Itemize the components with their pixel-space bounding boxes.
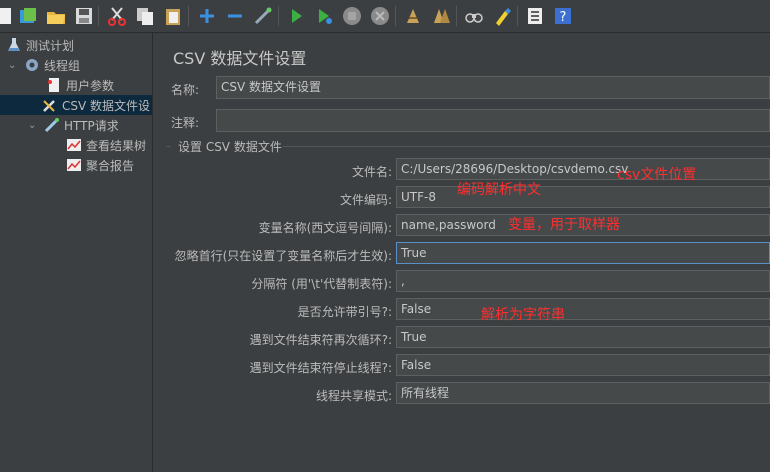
ignore-first-line-field[interactable]: True bbox=[396, 242, 770, 264]
svg-text:?: ? bbox=[560, 10, 567, 25]
annotation-variables: 变量，用于取样器 bbox=[508, 217, 620, 233]
toggle-icon[interactable] bbox=[252, 5, 274, 27]
stop-thread-on-eof-field[interactable]: False bbox=[396, 354, 770, 376]
wrench-icon bbox=[43, 100, 55, 112]
delimiter-field[interactable]: , bbox=[396, 270, 770, 292]
open-icon[interactable] bbox=[45, 5, 67, 27]
gear-icon bbox=[26, 59, 38, 71]
save-icon[interactable] bbox=[73, 5, 95, 27]
clear-all-icon[interactable] bbox=[430, 5, 452, 27]
allow-quoted-label: 是否允许带引号?: bbox=[297, 305, 392, 319]
tree-item-http-request[interactable]: HTTP请求 bbox=[44, 115, 119, 135]
paste-icon[interactable] bbox=[162, 5, 184, 27]
filename-field[interactable]: C:/Users/28696/Desktop/csvdemo.csv bbox=[396, 158, 770, 180]
tree-item-test-plan[interactable]: 测试计划 bbox=[6, 35, 74, 55]
name-label: 名称: bbox=[171, 83, 200, 97]
help-icon[interactable]: ? bbox=[552, 5, 574, 27]
chevron-down-icon[interactable]: ⌄ bbox=[28, 120, 36, 131]
comment-label: 注释: bbox=[171, 116, 200, 130]
recycle-on-eof-label: 遇到文件结束符再次循环?: bbox=[249, 333, 392, 347]
tree-item-view-results-tree[interactable]: 查看结果树 bbox=[66, 135, 146, 155]
tree-item-aggregate-report[interactable]: 聚合报告 bbox=[66, 155, 134, 175]
pipette-icon bbox=[44, 118, 59, 133]
copy-icon[interactable] bbox=[134, 5, 156, 27]
sharing-mode-label: 线程共享模式: bbox=[315, 389, 392, 403]
variable-names-label: 变量名称(西文逗号间隔): bbox=[258, 221, 392, 235]
function-helper-icon[interactable] bbox=[524, 5, 546, 27]
clear-icon[interactable] bbox=[402, 5, 424, 27]
stop-icon[interactable] bbox=[341, 5, 363, 27]
document-icon bbox=[48, 78, 59, 92]
chart-icon bbox=[67, 139, 81, 151]
shutdown-icon[interactable] bbox=[369, 5, 391, 27]
tree-item-label: 查看结果树 bbox=[86, 138, 147, 153]
stop-thread-on-eof-label: 遇到文件结束符停止线程?: bbox=[249, 361, 392, 375]
delimiter-label: 分隔符 (用'\t'代替制表符): bbox=[251, 277, 392, 291]
tree-item-label: 聚合报告 bbox=[86, 158, 135, 173]
name-field[interactable]: CSV 数据文件设置 bbox=[216, 76, 770, 99]
cut-icon[interactable] bbox=[106, 5, 128, 27]
recycle-on-eof-field[interactable]: True bbox=[396, 326, 770, 348]
tree-item-label: 测试计划 bbox=[26, 38, 75, 53]
chart-icon bbox=[67, 159, 81, 171]
group-title: 设置 CSV 数据文件 bbox=[178, 140, 282, 154]
tree-item-label: 线程组 bbox=[44, 58, 81, 73]
annotation-encoding: 编码解析中文 bbox=[457, 182, 541, 198]
collapse-icon[interactable] bbox=[224, 5, 246, 27]
annotation-quote: 解析为字符串 bbox=[481, 307, 565, 323]
start-icon[interactable] bbox=[285, 5, 307, 27]
encoding-field[interactable]: UTF-8 bbox=[396, 186, 770, 208]
test-plan-tree: 测试计划 ⌄ 线程组 用户参数 CSV 数据文件设 ⌄ HTTP请求 查看结果树… bbox=[0, 33, 153, 472]
chevron-down-icon[interactable]: ⌄ bbox=[8, 60, 16, 71]
csv-config-panel: CSV 数据文件设置 名称: CSV 数据文件设置 注释: 设置 CSV 数据文… bbox=[163, 33, 770, 472]
new-icon[interactable] bbox=[0, 5, 16, 27]
encoding-label: 文件编码: bbox=[339, 193, 392, 207]
tree-item-csv-config[interactable]: CSV 数据文件设 bbox=[0, 95, 152, 115]
sharing-mode-field[interactable]: 所有线程 bbox=[396, 382, 770, 404]
tree-item-thread-group[interactable]: 线程组 bbox=[24, 55, 80, 75]
search-icon[interactable] bbox=[463, 5, 485, 27]
annotation-file-location: csv文件位置 bbox=[617, 167, 697, 183]
ignore-first-line-label: 忽略首行(只在设置了变量名称后才生效): bbox=[174, 249, 392, 263]
flask-icon bbox=[8, 38, 20, 51]
start-no-pause-icon[interactable] bbox=[313, 5, 335, 27]
tree-item-label: HTTP请求 bbox=[64, 118, 119, 133]
tree-item-user-params[interactable]: 用户参数 bbox=[46, 75, 114, 95]
templates-icon[interactable] bbox=[17, 5, 39, 27]
allow-quoted-field[interactable]: False bbox=[396, 298, 770, 320]
filename-label: 文件名: bbox=[351, 165, 392, 179]
tree-item-label: CSV 数据文件设 bbox=[62, 98, 151, 113]
comment-field[interactable] bbox=[216, 109, 770, 132]
tree-item-label: 用户参数 bbox=[66, 78, 115, 93]
reset-search-icon[interactable] bbox=[491, 5, 513, 27]
page-title: CSV 数据文件设置 bbox=[173, 49, 307, 68]
expand-icon[interactable] bbox=[196, 5, 218, 27]
toolbar: ? bbox=[0, 0, 770, 33]
